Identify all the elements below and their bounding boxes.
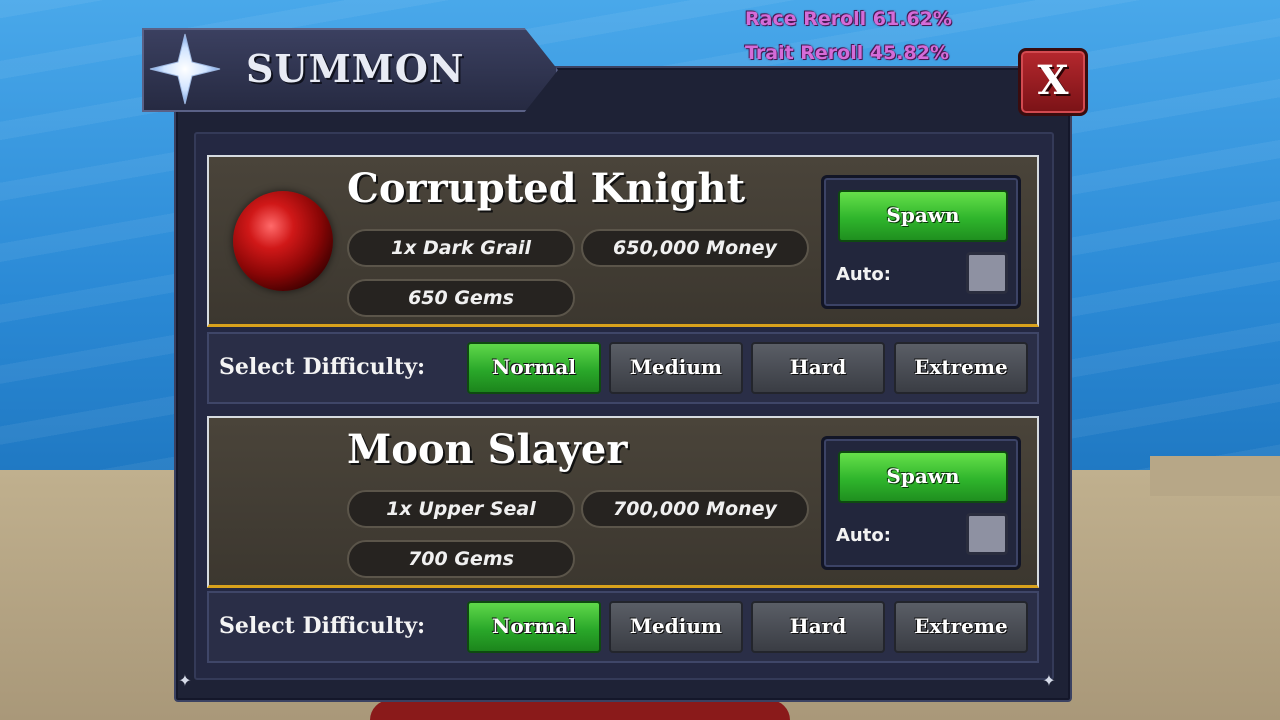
boss-card-moon-slayer: Moon Slayer 1x Upper Seal 700,000 Money … <box>207 416 1039 588</box>
cost-money-badge: 700,000 Money <box>581 490 809 528</box>
corner-ornament-icon: ✦ <box>1042 671 1056 690</box>
auto-checkbox[interactable] <box>966 252 1008 294</box>
difficulty-row: Select Difficulty: Normal Medium Hard Ex… <box>207 332 1039 404</box>
cost-gems-badge: 650 Gems <box>347 279 575 317</box>
cost-item-badge: 1x Upper Seal <box>347 490 575 528</box>
difficulty-medium-button[interactable]: Medium <box>609 342 743 394</box>
difficulty-label: Select Difficulty: <box>219 613 426 639</box>
difficulty-extreme-button[interactable]: Extreme <box>894 601 1028 653</box>
boss-name: Corrupted Knight <box>347 165 746 212</box>
cost-money-badge: 650,000 Money <box>581 229 809 267</box>
star-icon <box>149 33 221 105</box>
difficulty-hard-button[interactable]: Hard <box>751 601 885 653</box>
race-reroll-status: Race Reroll 61.62% <box>745 8 952 30</box>
difficulty-hard-button[interactable]: Hard <box>751 342 885 394</box>
close-button[interactable]: X <box>1018 48 1088 116</box>
cost-gems-badge: 700 Gems <box>347 540 575 578</box>
spawn-controls: Spawn Auto: <box>821 436 1021 570</box>
auto-label: Auto: <box>836 525 891 546</box>
difficulty-row: Select Difficulty: Normal Medium Hard Ex… <box>207 591 1039 663</box>
player-character <box>370 700 790 720</box>
spawn-controls: Spawn Auto: <box>821 175 1021 309</box>
difficulty-normal-button[interactable]: Normal <box>467 342 601 394</box>
auto-label: Auto: <box>836 264 891 285</box>
page-title: SUMMON <box>246 46 465 91</box>
difficulty-medium-button[interactable]: Medium <box>609 601 743 653</box>
spawn-button[interactable]: Spawn <box>838 190 1008 242</box>
boss-card-corrupted-knight: Corrupted Knight 1x Dark Grail 650,000 M… <box>207 155 1039 327</box>
cost-item-badge: 1x Dark Grail <box>347 229 575 267</box>
difficulty-normal-button[interactable]: Normal <box>467 601 601 653</box>
sand-ledge <box>1150 456 1280 496</box>
difficulty-extreme-button[interactable]: Extreme <box>894 342 1028 394</box>
auto-checkbox[interactable] <box>966 513 1008 555</box>
corner-ornament-icon: ✦ <box>178 671 192 690</box>
spawn-button[interactable]: Spawn <box>838 451 1008 503</box>
difficulty-label: Select Difficulty: <box>219 354 426 380</box>
red-orb-icon <box>233 191 333 291</box>
boss-name: Moon Slayer <box>347 426 628 473</box>
trait-reroll-status: Trait Reroll 45.82% <box>745 42 949 64</box>
